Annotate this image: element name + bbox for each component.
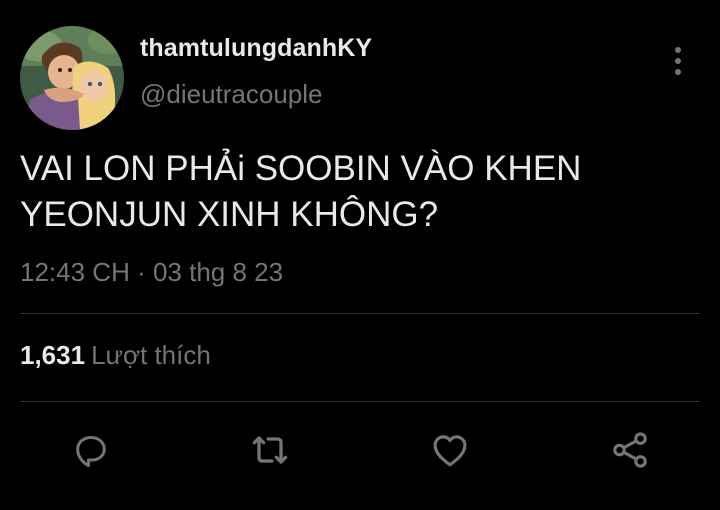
- tweet-text-line: VAI LON PHẢi SOOBIN VÀO KHEN: [20, 149, 582, 188]
- more-vertical-icon[interactable]: [664, 44, 692, 78]
- divider: [20, 401, 700, 402]
- retweet-button[interactable]: [248, 428, 292, 472]
- display-name[interactable]: thamtulungdanhKY: [140, 34, 372, 63]
- cartoon-couple-avatar-icon: [20, 26, 124, 130]
- retweet-icon: [252, 436, 288, 464]
- share-button[interactable]: [608, 428, 652, 472]
- tweet-text: VAI LON PHẢi SOOBIN VÀO KHEN YEONJUN XIN…: [20, 146, 690, 238]
- tweet-timestamp[interactable]: 12:43 CH · 03 thg 8 23: [20, 257, 283, 288]
- likes-stat[interactable]: 1,631 Lượt thích: [20, 340, 211, 371]
- likes-label: Lượt thích: [91, 340, 211, 370]
- likes-count: 1,631: [20, 340, 86, 370]
- divider: [20, 313, 700, 314]
- reply-button[interactable]: [69, 428, 113, 472]
- heart-icon: [433, 435, 467, 467]
- reply-icon: [76, 436, 106, 467]
- tweet-text-line: YEONJUN XINH KHÔNG?: [20, 195, 439, 234]
- user-handle[interactable]: @dieutracouple: [140, 79, 323, 110]
- share-icon: [613, 432, 647, 468]
- like-button[interactable]: [428, 428, 472, 472]
- avatar[interactable]: [20, 26, 124, 130]
